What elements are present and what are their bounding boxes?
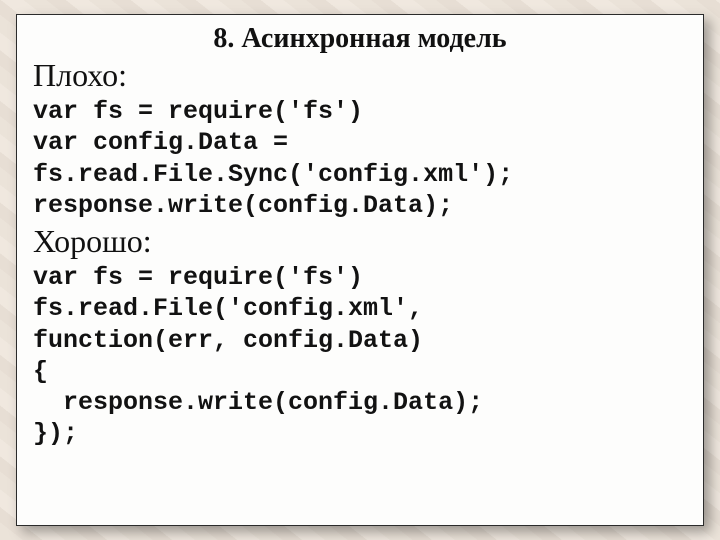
good-label: Хорошо: [33,223,687,260]
bad-label: Плохо: [33,57,687,94]
slide-background: 8. Асинхронная модель Плохо: var fs = re… [0,0,720,540]
good-code-block: var fs = require('fs') fs.read.File('con… [33,262,687,450]
slide-card: 8. Асинхронная модель Плохо: var fs = re… [16,14,704,526]
bad-code-block: var fs = require('fs') var config.Data =… [33,96,687,221]
slide-title: 8. Асинхронная модель [33,23,687,55]
